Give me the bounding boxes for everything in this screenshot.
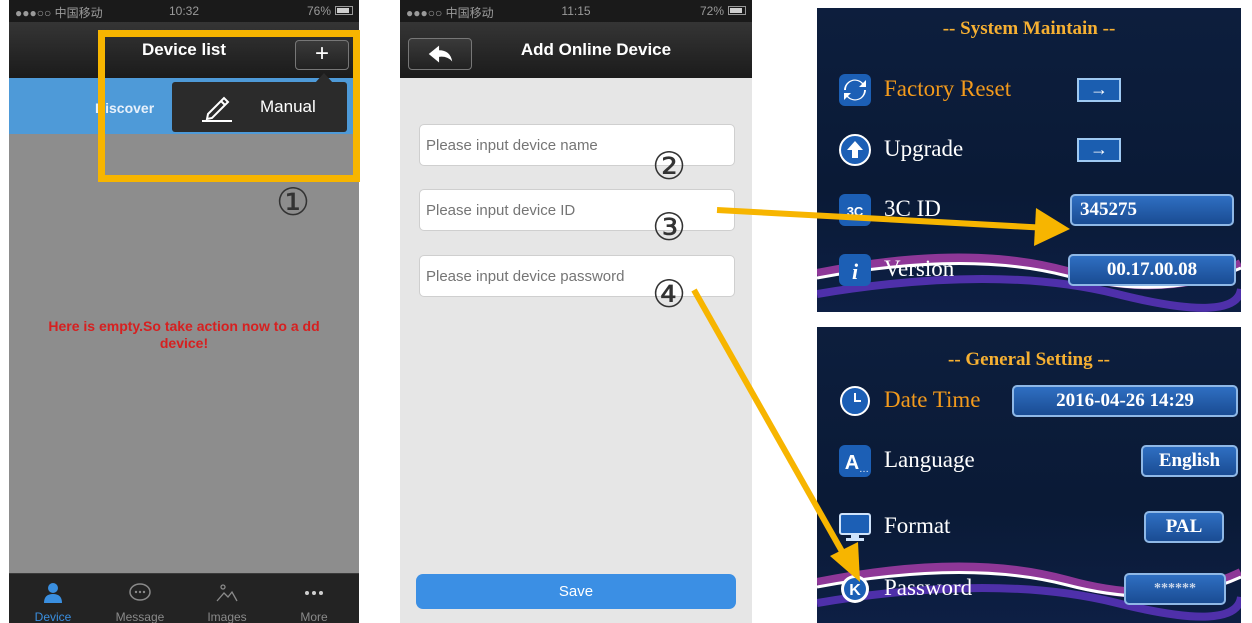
upgrade-icon: [839, 134, 871, 166]
chat-bubble-icon: [129, 583, 151, 601]
format-label: Format: [884, 513, 951, 538]
battery-icon: [335, 6, 353, 15]
svg-text:3C: 3C: [847, 204, 864, 219]
image-icon: [216, 584, 238, 602]
system-maintain-panel: -- System Maintain -- Factory Reset → Up…: [817, 8, 1241, 312]
more-dots-icon: [305, 591, 323, 595]
language-label: Language: [884, 447, 975, 472]
battery-percent: 72%: [699, 4, 724, 18]
language-row[interactable]: A … Language English: [839, 445, 1241, 477]
key-icon: K: [841, 575, 869, 603]
svg-text:A: A: [845, 452, 859, 474]
step-4-marker: ④: [652, 272, 687, 316]
step-2-marker: ②: [652, 144, 687, 188]
highlight-box: [98, 30, 360, 182]
upgrade-arrow-button[interactable]: →: [1077, 138, 1121, 162]
save-button[interactable]: Save: [416, 574, 736, 609]
date-time-label: Date Time: [884, 387, 981, 412]
cid-label: 3C ID: [884, 196, 941, 221]
clock-icon: [840, 386, 870, 416]
date-time-value[interactable]: 2016-04-26 14:29: [1012, 385, 1238, 417]
panel-title: -- General Setting --: [948, 349, 1110, 370]
tab-device[interactable]: Device: [9, 574, 97, 623]
battery-icon: [728, 6, 746, 15]
status-bar: ●●●○○ 中国移动 11:15 72%: [400, 0, 752, 22]
factory-reset-arrow-button[interactable]: →: [1077, 78, 1121, 102]
factory-reset-row[interactable]: Factory Reset →: [839, 74, 1219, 106]
tab-label: Device: [34, 610, 72, 623]
step-1-marker: ①: [276, 180, 311, 224]
password-label: Password: [884, 575, 973, 600]
status-bar: ●●●○○ 中国移动 10:32 76%: [9, 0, 359, 22]
tab-images[interactable]: Images: [183, 574, 271, 623]
format-value[interactable]: PAL: [1144, 511, 1224, 543]
tab-label: Message: [115, 610, 165, 623]
language-value[interactable]: English: [1141, 445, 1238, 477]
device-password-input[interactable]: [419, 255, 735, 297]
cid-row: 3C 3C ID 345275: [839, 194, 1239, 226]
device-id-input[interactable]: [419, 189, 735, 231]
3c-icon: 3C: [839, 194, 871, 226]
version-value: 00.17.00.08: [1068, 254, 1236, 286]
device-name-input[interactable]: [419, 124, 735, 166]
svg-text:…: …: [859, 464, 869, 475]
step-3-marker: ③: [652, 205, 687, 249]
tab-bar: Device Message Images More: [9, 573, 359, 623]
password-row[interactable]: K Password ******: [839, 573, 1241, 605]
version-label: Version: [884, 256, 955, 281]
upgrade-label: Upgrade: [884, 136, 964, 161]
factory-reset-label: Factory Reset: [884, 76, 1012, 101]
svg-text:K: K: [849, 582, 861, 599]
cid-value: 345275: [1070, 194, 1234, 226]
info-icon: i: [839, 254, 871, 286]
svg-text:i: i: [852, 259, 859, 284]
tab-label: Images: [207, 610, 247, 623]
language-icon: A …: [839, 445, 871, 477]
general-setting-panel: -- General Setting -- Date Time 2016-04-…: [817, 327, 1241, 623]
refresh-icon: [839, 74, 871, 106]
tab-message[interactable]: Message: [96, 574, 184, 623]
tab-more[interactable]: More: [270, 574, 358, 623]
person-icon: [44, 583, 62, 603]
date-time-row[interactable]: Date Time 2016-04-26 14:29: [839, 385, 1241, 417]
format-row[interactable]: Format PAL: [839, 511, 1241, 543]
monitor-icon: [839, 513, 871, 541]
battery-percent: 76%: [306, 4, 331, 18]
empty-message: Here is empty.So take action now to a dd…: [48, 318, 320, 351]
add-online-device-screen: ●●●○○ 中国移动 11:15 72% Add Online Device S…: [400, 0, 752, 623]
page-title: Add Online Device: [520, 40, 672, 59]
upgrade-row[interactable]: Upgrade →: [839, 134, 1219, 166]
nav-bar: Add Online Device: [400, 22, 752, 78]
version-row: i Version 00.17.00.08: [839, 254, 1239, 286]
password-value[interactable]: ******: [1124, 573, 1226, 605]
panel-title: -- System Maintain --: [942, 18, 1116, 39]
tab-label: More: [300, 610, 328, 623]
